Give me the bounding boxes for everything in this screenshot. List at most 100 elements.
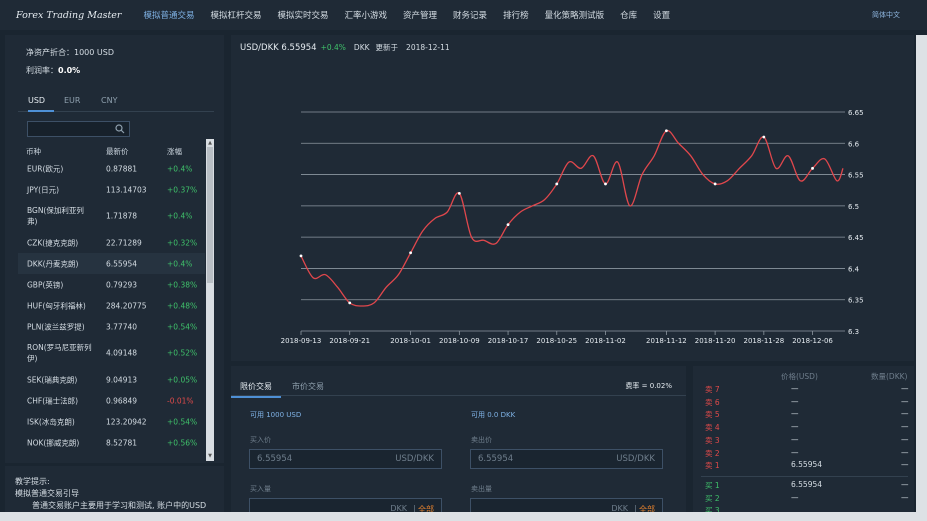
currency-sidebar: 净资产折合：1000 USD 利润率：0.0% USD EUR CNY 币种 最… xyxy=(5,35,224,463)
data-point xyxy=(664,129,668,133)
teach-line1: 模拟普通交易引导 xyxy=(15,489,79,498)
teach-title: 教学提示: xyxy=(15,477,50,486)
book-price: — xyxy=(791,422,799,432)
currency-name: DKK(丹麦克朗) xyxy=(27,259,79,268)
ask-row[interactable]: 卖 3 — — xyxy=(693,434,914,447)
profit-rate-value: 0.0% xyxy=(58,66,81,75)
x-tick-label: 2018-12-06 xyxy=(792,337,833,345)
ask-row[interactable]: 卖 7 — — xyxy=(693,383,914,396)
currency-price: 9.04913 xyxy=(106,375,138,384)
x-tick-label: 2018-10-01 xyxy=(390,337,431,345)
nav-item-8[interactable]: 仓库 xyxy=(612,9,645,21)
ask-row[interactable]: 卖 2 — — xyxy=(693,447,914,460)
currency-price: 4.09148 xyxy=(106,348,138,358)
y-tick-label: 6.65 xyxy=(848,109,864,117)
x-tick-label: 2018-11-28 xyxy=(743,337,784,345)
data-point xyxy=(604,182,607,186)
currency-row[interactable]: HUF(匈牙利福林) 284.20775 +0.48% xyxy=(18,295,205,316)
book-level: 卖 3 xyxy=(705,435,720,445)
currency-row[interactable]: BGN(保加利亚列弗) 1.71878 +0.4% xyxy=(18,200,205,232)
currency-row[interactable]: RON(罗马尼亚新列伊) 4.09148 +0.52% xyxy=(18,337,205,369)
app-logo[interactable]: Forex Trading Master xyxy=(16,10,121,21)
book-qty: — xyxy=(901,409,909,419)
main-nav: 模拟普通交易 模拟杠杆交易 模拟实时交易 汇率小游戏 资产管理 财务记录 排行榜 量化策略测试… xyxy=(135,9,678,21)
x-tick-label: 2018-10-25 xyxy=(536,337,577,345)
nav-item-9[interactable]: 设置 xyxy=(645,9,678,21)
nav-item-1[interactable]: 模拟杠杆交易 xyxy=(202,9,269,21)
bid-row[interactable]: 买 2 — — xyxy=(693,492,914,505)
page-horizontal-scrollbar[interactable] xyxy=(0,512,916,521)
book-level: 买 1 xyxy=(705,481,720,490)
book-qty: — xyxy=(901,396,909,406)
nav-item-3[interactable]: 汇率小游戏 xyxy=(337,9,396,21)
trade-panel: 限价交易 市价交易 费率 = 0.02% 可用 1000 USD 买入价 6.5… xyxy=(231,366,686,521)
tab-cny[interactable]: CNY xyxy=(101,96,117,105)
page-vertical-scrollbar[interactable] xyxy=(916,35,927,521)
tab-active-indicator xyxy=(28,110,54,112)
list-scroll-thumb[interactable] xyxy=(207,147,213,283)
currency-row[interactable]: JPY(日元) 113.14703 +0.37% xyxy=(18,179,205,200)
fee-rate: 费率 = 0.02% xyxy=(625,382,672,390)
x-tick-label: 2018-10-09 xyxy=(439,337,480,345)
currency-search-input[interactable] xyxy=(27,121,130,137)
currency-row[interactable]: CZK(捷克克朗) 22.71289 +0.32% xyxy=(18,232,205,253)
book-price: — xyxy=(791,434,799,444)
currency-price: 6.55954 xyxy=(106,259,138,268)
ask-row[interactable]: 卖 6 — — xyxy=(693,396,914,409)
net-assets-row: 净资产折合：1000 USD xyxy=(26,47,114,58)
currency-row[interactable]: CHF(瑞士法郎) 0.96849 -0.01% xyxy=(18,390,205,411)
sell-price-field[interactable]: 6.55954 USD/DKK xyxy=(470,449,663,469)
nav-item-4[interactable]: 资产管理 xyxy=(395,9,445,21)
nav-item-5[interactable]: 财务记录 xyxy=(445,9,495,21)
book-price: 6.55954 xyxy=(791,460,823,470)
profit-rate-label: 利润率： xyxy=(26,66,58,75)
currency-row[interactable]: PLN(波兰兹罗提) 3.77740 +0.54% xyxy=(18,316,205,337)
nav-item-6[interactable]: 排行榜 xyxy=(495,9,537,21)
sell-price-label: 卖出价 xyxy=(471,436,492,444)
currency-row[interactable]: GBP(英镑) 0.79293 +0.38% xyxy=(18,274,205,295)
tab-market-order[interactable]: 市价交易 xyxy=(292,381,324,392)
currency-change: +0.54% xyxy=(167,417,198,426)
book-level: 卖 6 xyxy=(705,397,720,407)
sell-available: 可用 0.0 DKK xyxy=(471,411,516,419)
currency-row[interactable]: EUR(欧元) 0.87881 +0.4% xyxy=(18,158,205,179)
col-latest-price: 最新价 xyxy=(106,147,129,156)
ask-row[interactable]: 卖 1 6.55954 — xyxy=(693,459,914,472)
ask-row[interactable]: 卖 5 — — xyxy=(693,408,914,421)
currency-row[interactable]: DKK(丹麦克朗) 6.55954 +0.4% xyxy=(18,253,205,274)
nav-item-0[interactable]: 模拟普通交易 xyxy=(135,9,202,21)
line-chart[interactable]: 6.3 6.35 6.4 6.45 6.5 6.55 6.6 6.65 2018-09-13 20… xyxy=(231,35,914,361)
currency-change: +0.32% xyxy=(167,238,198,247)
y-tick-label: 6.5 xyxy=(848,203,859,211)
orderbook-qty-header: 数量(DKK) xyxy=(871,372,908,381)
book-qty: — xyxy=(901,447,909,457)
currency-price: 0.96849 xyxy=(106,396,138,405)
currency-row[interactable]: NOK(挪威克朗) 8.52781 +0.56% xyxy=(18,432,205,453)
language-switch[interactable]: 简体中文 xyxy=(872,10,900,20)
nav-item-2[interactable]: 模拟实时交易 xyxy=(270,9,337,21)
currency-change: -0.01% xyxy=(167,396,194,405)
ask-row[interactable]: 卖 4 — — xyxy=(693,421,914,434)
scroll-up-arrow[interactable]: ▲ xyxy=(207,140,213,147)
search-icon[interactable] xyxy=(115,124,125,134)
currency-price: 0.87881 xyxy=(106,164,138,173)
scroll-down-arrow[interactable]: ▼ xyxy=(207,453,213,460)
bid-row[interactable]: 买 1 6.55954 — xyxy=(693,479,914,492)
currency-row[interactable]: ISK(冰岛克朗) 123.20942 +0.54% xyxy=(18,411,205,432)
nav-item-7[interactable]: 量化策略测试版 xyxy=(537,9,613,21)
book-qty: — xyxy=(901,460,909,470)
buy-price-unit: USD/DKK xyxy=(395,454,434,464)
book-price: 6.55954 xyxy=(791,480,823,489)
trade-tabs: 限价交易 市价交易 费率 = 0.02% xyxy=(231,366,686,398)
book-price: — xyxy=(791,384,799,393)
book-qty: — xyxy=(901,480,909,489)
tab-limit-order[interactable]: 限价交易 xyxy=(240,381,272,392)
tab-eur[interactable]: EUR xyxy=(64,96,80,105)
currency-row[interactable]: SEK(瑞典克朗) 9.04913 +0.05% xyxy=(18,369,205,390)
tab-usd[interactable]: USD xyxy=(28,96,45,105)
buy-price-field[interactable]: 6.55954 USD/DKK xyxy=(249,449,442,469)
book-price: — xyxy=(791,492,799,502)
currency-price: 22.71289 xyxy=(106,238,142,247)
book-level: 卖 1 xyxy=(705,461,720,471)
currency-price: 123.20942 xyxy=(106,417,147,426)
